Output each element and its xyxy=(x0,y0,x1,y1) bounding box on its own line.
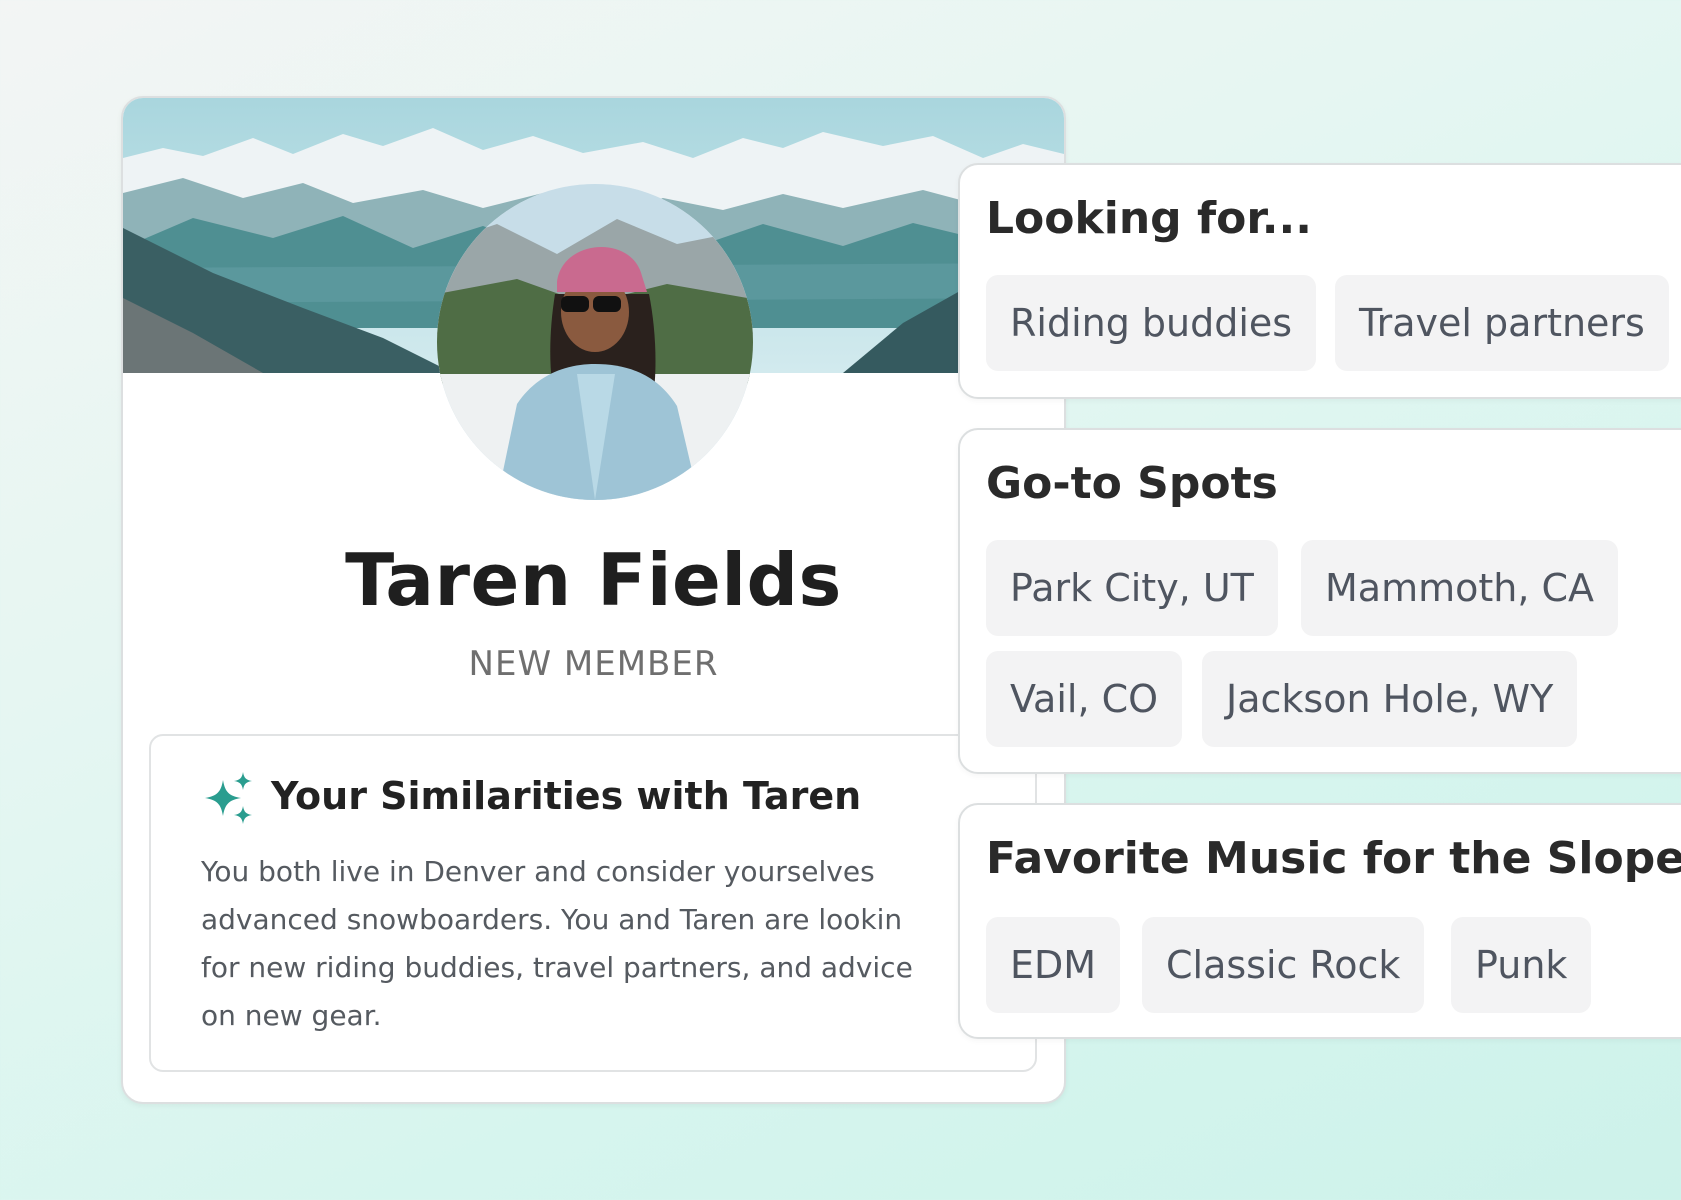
tag-classic-rock[interactable]: Classic Rock xyxy=(1142,917,1425,1013)
tag-riding-buddies[interactable]: Riding buddies xyxy=(986,275,1317,371)
tag-mammoth[interactable]: Mammoth, CA xyxy=(1301,540,1619,636)
tag-travel-partners[interactable]: Travel partners xyxy=(1335,275,1669,371)
tag-vail[interactable]: Vail, CO xyxy=(986,651,1183,747)
tag-jackson-hole[interactable]: Jackson Hole, WY xyxy=(1202,651,1578,747)
member-status: NEW MEMBER xyxy=(468,644,719,684)
similarities-title: Your Similarities with Taren xyxy=(271,774,862,818)
music-card: Favorite Music for the Slopes EDM Classi… xyxy=(958,803,1681,1039)
similarities-text: You both live in Denver and consider you… xyxy=(201,855,913,1032)
tag-edm[interactable]: EDM xyxy=(986,917,1121,1013)
goto-spots-card: Go-to Spots Park City, UT Mammoth, CA Va… xyxy=(958,428,1681,774)
profile-name: Taren Fields xyxy=(345,538,842,622)
sparkle-icon xyxy=(205,772,252,824)
music-title: Favorite Music for the Slopes xyxy=(986,833,1681,884)
profile-card: Taren Fields NEW MEMBER Your Similaritie… xyxy=(121,96,1066,1104)
goto-spots-title: Go-to Spots xyxy=(986,458,1278,509)
looking-for-title: Looking for... xyxy=(986,193,1312,244)
similarities-panel: Your Similarities with Taren You both li… xyxy=(149,734,1037,1072)
looking-for-card: Looking for... Riding buddies Travel par… xyxy=(958,163,1681,399)
tag-punk[interactable]: Punk xyxy=(1451,917,1592,1013)
tag-park-city[interactable]: Park City, UT xyxy=(986,540,1278,636)
avatar xyxy=(437,184,753,500)
